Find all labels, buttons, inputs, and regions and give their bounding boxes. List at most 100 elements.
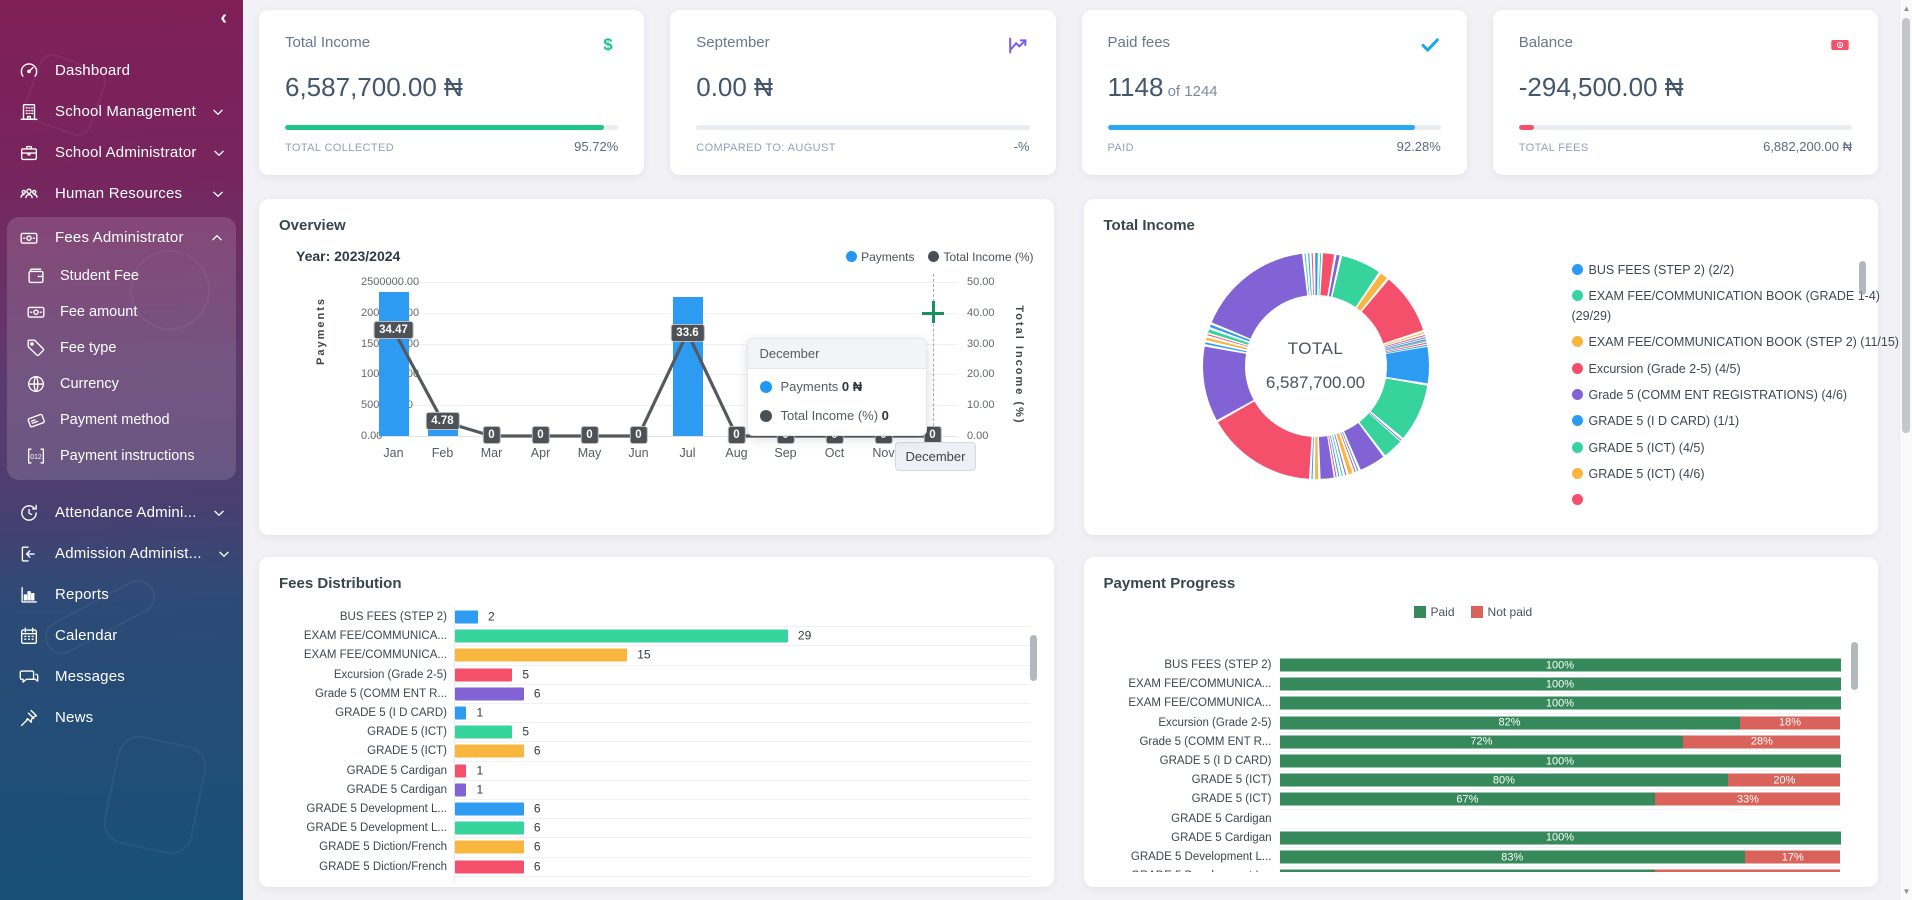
paid-segment-grade-5-comm-ent-r[interactable]: 72% <box>1280 735 1684 748</box>
stat-card-total-income: Total Income$6,587,700.00 ₦TOTAL COLLECT… <box>259 10 644 175</box>
point-label[interactable]: 33.6 <box>670 324 704 342</box>
point-label[interactable]: 34.47 <box>373 321 414 339</box>
paid-segment-grade-5-ict[interactable]: 67% <box>1280 793 1656 806</box>
fees-bar-grade-5-development-l[interactable] <box>455 822 524 835</box>
point-label[interactable]: 4.78 <box>425 412 459 430</box>
payments-bar-jan[interactable] <box>379 292 409 436</box>
fees-bar-grade-5-ict[interactable] <box>455 745 524 758</box>
paid-segment-grade-5-development-l[interactable]: 83% <box>1280 851 1746 864</box>
scrollbar-down-icon[interactable]: ▼ <box>1902 887 1911 896</box>
donut-legend-item[interactable]: GRADE 5 (ICT) (4/6) <box>1572 465 1912 484</box>
sidebar-item-messages[interactable]: Messages <box>0 656 243 697</box>
fees-bar-grade-5-diction-french[interactable] <box>455 860 524 873</box>
overview-legend: Payments Total Income (%) <box>846 250 1033 264</box>
donut-legend-item[interactable] <box>1572 491 1912 510</box>
progress-scrollbar[interactable] <box>1851 642 1858 690</box>
sidebar-item-payment-instructions[interactable]: 012Payment instructions <box>7 438 236 474</box>
sidebar-item-news[interactable]: News <box>0 697 243 738</box>
fees-bar-exam-fee-communica[interactable] <box>455 649 627 662</box>
page-scrollbar[interactable]: ▲ ▼ <box>1899 0 1912 900</box>
not-paid-segment-grade-5-development-l[interactable]: 17% <box>1745 851 1840 864</box>
fees-bar-grade-5-cardigan[interactable] <box>455 783 466 796</box>
point-label[interactable]: 0 <box>629 426 647 444</box>
scrollbar-up-icon[interactable]: ▲ <box>1902 4 1911 13</box>
fees-bar-exam-fee-communica[interactable] <box>455 630 788 643</box>
fees-bar-grade-5-diction-french[interactable] <box>455 841 524 854</box>
donut-legend-item[interactable]: GRADE 5 (I D CARD) (1/1) <box>1572 412 1912 431</box>
stat-progress-fill <box>1108 125 1416 130</box>
sidebar-item-currency[interactable]: Currency <box>7 366 236 402</box>
row-label: EXAM FEE/COMMUNICA... <box>1084 697 1272 709</box>
not-paid-segment-grade-5-development-l[interactable]: 33% <box>1655 870 1840 872</box>
legend-item-payments[interactable]: Payments <box>846 250 914 264</box>
app-root: ‹ DashboardSchool ManagementSchool Admin… <box>0 0 1912 900</box>
bar-value-label: 5 <box>522 667 529 681</box>
fees-distribution-chart[interactable]: BUS FEES (STEP 2)2EXAM FEE/COMMUNICA...2… <box>259 557 1054 887</box>
point-label[interactable]: 0 <box>482 426 500 444</box>
not-paid-segment-excursion-grade-2-5[interactable]: 18% <box>1740 716 1841 729</box>
bar-value-label: 6 <box>534 801 541 815</box>
row-label: GRADE 5 Development L... <box>1084 851 1272 863</box>
donut-legend-item[interactable]: Excursion (Grade 2-5) (4/5) <box>1572 360 1912 379</box>
paid-segment-exam-fee-communica[interactable]: 100% <box>1280 678 1841 691</box>
paid-segment-grade-5-i-d-card[interactable]: 100% <box>1280 755 1841 768</box>
fees-bar-grade-5-cardigan[interactable] <box>455 764 466 777</box>
legend-dot <box>1572 415 1583 426</box>
fees-bar-grade-5-comm-ent-r[interactable] <box>455 687 524 700</box>
sidebar-item-reports[interactable]: Reports <box>0 574 243 615</box>
point-label[interactable]: 0 <box>580 426 598 444</box>
sidebar-item-label: Fee type <box>60 340 116 356</box>
row-gridline <box>1279 828 1842 829</box>
not-paid-segment-grade-5-ict[interactable]: 33% <box>1655 793 1840 806</box>
sidebar-item-human-resources[interactable]: Human Resources <box>0 173 243 214</box>
not-paid-segment-grade-5-comm-ent-r[interactable]: 28% <box>1683 735 1840 748</box>
sidebar-item-admission-administ[interactable]: Admission Administ... <box>0 533 243 574</box>
fees-bar-grade-5-i-d-card[interactable] <box>455 707 466 720</box>
sidebar-item-fee-type[interactable]: Fee type <box>7 330 236 366</box>
donut-legend-item[interactable]: Grade 5 (COMM ENT REGISTRATIONS) (4/6) <box>1572 386 1912 405</box>
point-label[interactable]: 0 <box>727 426 745 444</box>
overview-chart[interactable]: 2500000.0050.002000000.0040.001500000.00… <box>279 268 1034 493</box>
fees-distribution-card: Fees Distribution BUS FEES (STEP 2)2EXAM… <box>259 557 1054 887</box>
tooltip-row: Payments 0 ₦ <box>748 369 926 398</box>
not-paid-segment-grade-5-ict[interactable]: 20% <box>1728 774 1840 787</box>
sidebar-item-school-administrator[interactable]: School Administrator <box>0 132 243 173</box>
fees-scrollbar[interactable] <box>1030 635 1037 681</box>
legend-item-total-income[interactable]: Total Income (%) <box>928 250 1033 264</box>
paid-segment-excursion-grade-2-5[interactable]: 82% <box>1280 716 1740 729</box>
paid-segment-grade-5-development-l[interactable]: 67% <box>1280 870 1656 872</box>
paid-percent-label: 100% <box>1546 678 1574 690</box>
row-label: GRADE 5 Development L... <box>259 822 447 834</box>
legend-scrollbar[interactable] <box>1859 261 1866 295</box>
row-gridline <box>1279 674 1842 675</box>
x-axis-label-may: May <box>578 446 602 460</box>
sidebar-item-student-fee[interactable]: Student Fee <box>7 258 236 294</box>
sidebar-item-fees-administrator[interactable]: Fees Administrator <box>7 217 236 258</box>
total-income-donut[interactable]: TOTAL 6,587,700.00 <box>1199 249 1433 483</box>
total-income-card: Total Income TOTAL 6,587,700.00 BUS FEES… <box>1084 199 1879 535</box>
sidebar-item-calendar[interactable]: Calendar <box>0 615 243 656</box>
crosshair-plus-icon <box>932 301 935 323</box>
scrollbar-thumb[interactable] <box>1902 18 1910 433</box>
sidebar-item-payment-method[interactable]: Payment method <box>7 402 236 438</box>
sidebar-item-dashboard[interactable]: Dashboard <box>0 50 243 91</box>
sidebar-item-label: Attendance Admini... <box>55 504 197 521</box>
donut-legend-item[interactable]: GRADE 5 (ICT) (4/5) <box>1572 439 1912 458</box>
paid-segment-bus-fees-step-2[interactable]: 100% <box>1280 659 1841 672</box>
paid-segment-grade-5-cardigan[interactable]: 100% <box>1280 831 1841 844</box>
fees-bar-bus-fees-step-2[interactable] <box>455 611 478 624</box>
point-label[interactable]: 0 <box>531 426 549 444</box>
fees-bar-grade-5-ict[interactable] <box>455 726 512 739</box>
row-gridline <box>454 703 1030 704</box>
sidebar-item-attendance-admini[interactable]: Attendance Admini... <box>0 492 243 533</box>
paid-segment-grade-5-ict[interactable]: 80% <box>1280 774 1729 787</box>
fees-bar-grade-5-development-l[interactable] <box>455 803 524 816</box>
sidebar-item-school-management[interactable]: School Management <box>0 91 243 132</box>
payment-progress-chart[interactable]: BUS FEES (STEP 2)100%EXAM FEE/COMMUNICA.… <box>1084 557 1879 872</box>
currency-icon <box>25 373 47 395</box>
donut-legend-item[interactable]: EXAM FEE/COMMUNICATION BOOK (STEP 2) (11… <box>1572 333 1912 352</box>
fees-bar-excursion-grade-2-5[interactable] <box>455 668 512 681</box>
sidebar-item-fee-amount[interactable]: Fee amount <box>7 294 236 330</box>
paid-segment-exam-fee-communica[interactable]: 100% <box>1280 697 1841 710</box>
payments-bar-jul[interactable] <box>673 297 703 436</box>
